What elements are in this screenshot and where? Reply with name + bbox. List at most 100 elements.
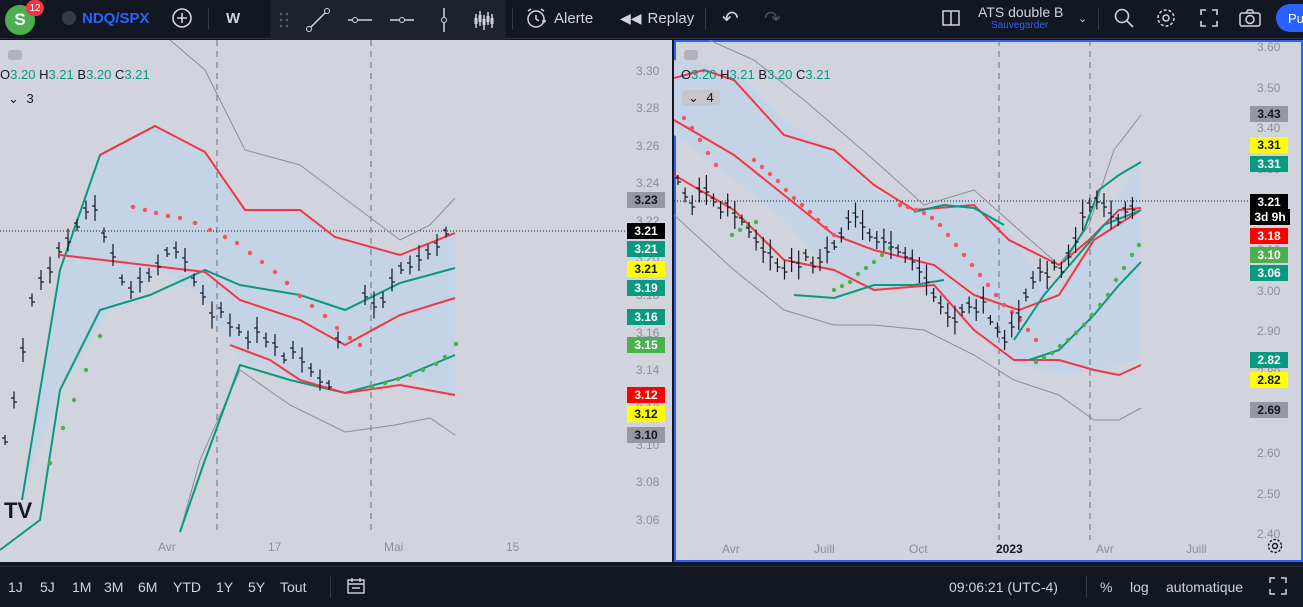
undo-button[interactable]: ↶ [722,0,739,36]
sar-dot [1033,337,1039,343]
sar-dot [83,367,89,373]
redo-button[interactable]: ↷ [764,0,781,36]
price-label: 3.10 [1250,247,1288,263]
top-toolbar: S 12 NDQ/SPX W Alerte ◀◀ Replay ↶ ↷ ATS … [0,0,1303,40]
replay-label: Replay [647,9,695,27]
ray-icon[interactable] [346,6,374,34]
layout-name: ATS double B [978,4,1064,20]
sar-dot [97,333,103,339]
sar-dot [847,279,853,285]
layout-dropdown[interactable]: ⌄ [1078,0,1087,36]
left-chart-pane[interactable]: O3.20 H3.21 B3.20 C3.21 ⌄ 3 3.30 3.28 3.26… [0,40,672,562]
sar-dot [961,252,967,258]
sar-dot [705,150,711,156]
drag-handle-icon[interactable] [278,12,290,28]
sar-dot [993,292,999,298]
divider [330,576,331,598]
range-button-ytd[interactable]: YTD [173,579,201,595]
sar-dot [334,325,340,331]
indicators-count: 4 [706,90,714,105]
range-button-5j[interactable]: 5J [40,579,55,595]
y-axis-tick: 2.60 [1257,446,1281,460]
sar-dot [1057,343,1063,349]
range-button-1y[interactable]: 1Y [216,579,233,595]
settings-button[interactable] [1155,0,1177,36]
price-label: 3.21 [627,223,665,239]
alert-button[interactable]: Alerte [524,0,593,36]
range-button-3m[interactable]: 3M [104,579,123,595]
snapshot-button[interactable] [1238,0,1262,36]
x-axis-tick: Juill [814,542,835,556]
range-button-6m[interactable]: 6M [138,579,157,595]
sar-dot [309,303,315,309]
trend-line-icon[interactable] [304,6,332,34]
ohlc-open-label: O [681,67,692,82]
log-toggle[interactable]: log [1130,579,1149,595]
pane-collapse-icon[interactable] [8,50,22,60]
publish-button[interactable]: Pu [1276,4,1303,32]
layout-icon-button[interactable] [940,0,962,36]
price-label: 3.43 [1250,106,1288,122]
y-axis-tick: 3.40 [1257,121,1281,136]
right-chart-pane[interactable]: O3.20 H3.21 B3.20 C3.21 ⌄ 4 3.60 3.50 3.40… [674,40,1303,562]
search-button[interactable] [1113,0,1135,36]
range-button-5y[interactable]: 5Y [248,579,265,595]
clock-time[interactable]: 09:06:21 (UTC-4) [949,579,1058,595]
ohlc-low: 3.20 [767,67,793,82]
vertical-line-icon[interactable] [430,6,458,34]
range-button-1j[interactable]: 1J [8,579,23,595]
right-chart-canvas[interactable] [674,40,1303,562]
indicators-toggle[interactable]: ⌄ 4 [682,90,720,106]
undo-icon: ↶ [722,7,739,30]
sar-dot [855,271,861,277]
sar-dot [382,380,388,386]
range-button-tout[interactable]: Tout [280,579,306,595]
x-axis-tick: 17 [268,540,282,554]
interval-button[interactable]: W [226,0,240,36]
percent-toggle[interactable]: % [1100,579,1112,595]
sar-dot [713,162,719,168]
range-button-1m[interactable]: 1M [72,579,91,595]
divider [208,8,209,30]
compare-button[interactable] [170,0,194,36]
sar-dot [863,265,869,271]
sar-dot [807,209,813,215]
sar-dot [284,280,290,286]
sar-dot [689,125,695,131]
x-axis-tick: Juill [1186,542,1207,556]
chevron-down-icon: ⌄ [8,91,19,106]
ohlc-close-label: C [115,67,125,82]
symbol-label: NDQ/SPX [82,9,150,27]
sar-dot [791,195,797,201]
price-label: 3.06 [1250,265,1288,281]
sar-dot [71,397,77,403]
auto-toggle[interactable]: automatique [1166,579,1243,595]
replay-button[interactable]: ◀◀ Replay [620,0,694,36]
sar-dot [1041,355,1047,361]
fullscreen-button[interactable] [1198,0,1220,36]
sar-dot [1121,265,1127,271]
sar-dot [1136,242,1142,248]
horizontal-line-icon[interactable] [388,6,416,34]
maximize-button[interactable] [1268,576,1288,599]
pane-collapse-icon[interactable] [684,50,698,60]
price-label: 3.21 [1250,194,1288,210]
ohlc-close: 3.21 [805,67,831,82]
price-label: 3.21 [627,261,665,277]
divider [1098,8,1099,30]
sar-dot [831,287,837,293]
outer-band-lower [179,369,456,533]
gear-icon [1157,9,1175,27]
left-chart-canvas[interactable] [0,40,672,562]
indicators-toggle[interactable]: ⌄ 3 [8,91,34,107]
sar-dot [357,342,363,348]
layout-menu[interactable]: ATS double B Sauvegarder [978,4,1078,34]
sar-dot [681,115,687,121]
y-axis-tick: 3.06 [636,512,660,527]
symbol-search[interactable]: NDQ/SPX [62,0,150,36]
bars-pattern-icon[interactable] [470,6,498,34]
date-range-button[interactable] [346,576,366,599]
divider [705,8,706,30]
sar-dot [433,361,439,367]
sar-dot [905,204,911,210]
